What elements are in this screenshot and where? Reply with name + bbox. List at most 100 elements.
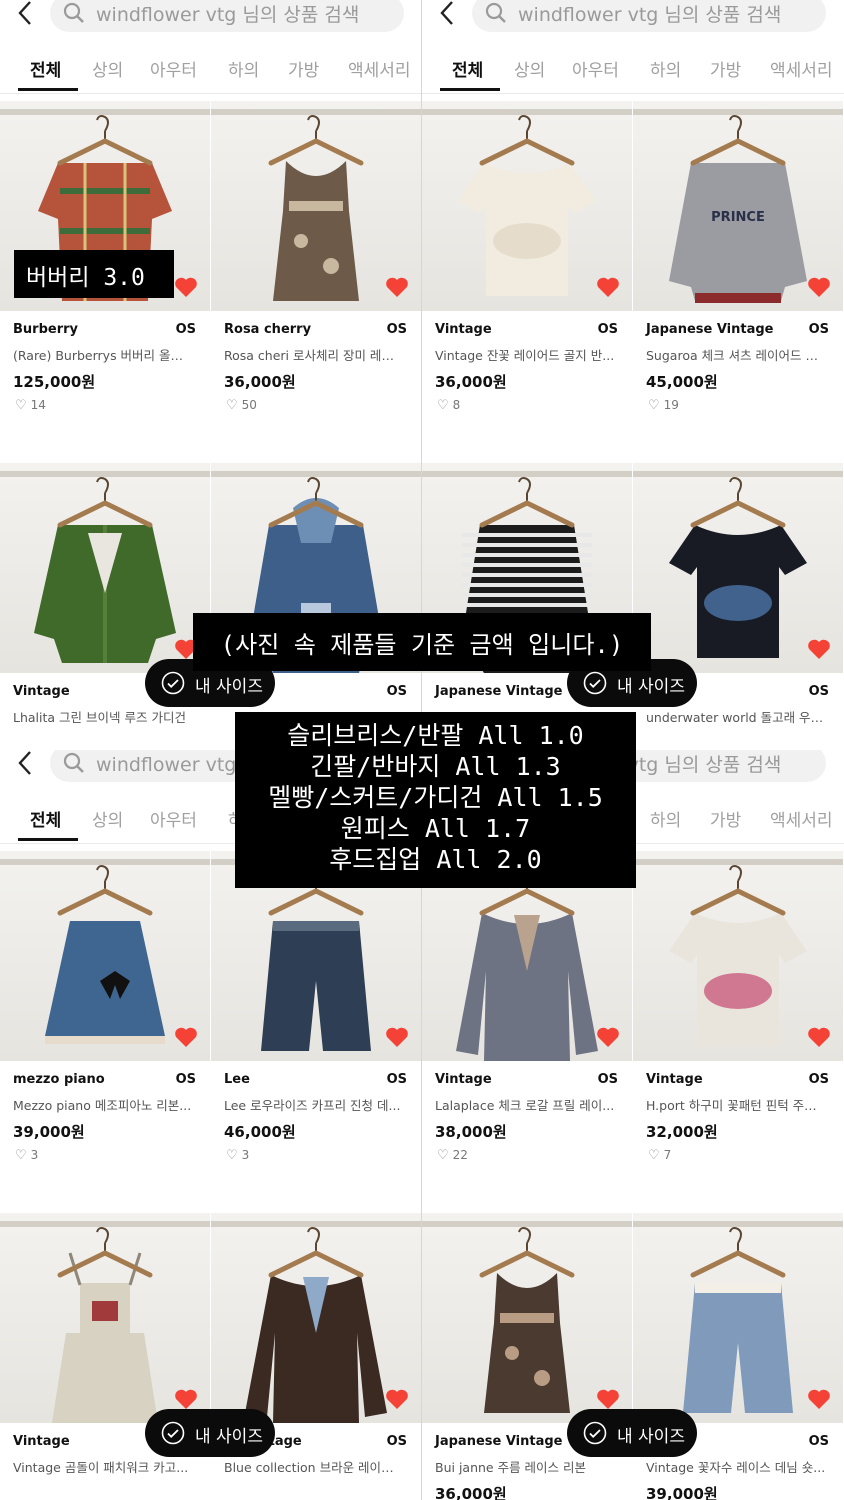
product-size: OS <box>808 1434 829 1449</box>
product-card[interactable]: Vintage OS Lalaplace 체크 로갈 프릴 레이... 38,0… <box>422 851 632 1211</box>
heart-icon[interactable] <box>174 276 198 298</box>
product-brand: Vintage <box>646 1072 703 1087</box>
tab-category[interactable]: 하의 <box>650 56 681 81</box>
product-brand: Vintage <box>435 1072 492 1087</box>
product-title[interactable]: (Rare) Burberrys 버버리 올드... <box>13 345 193 364</box>
heart-icon[interactable] <box>807 1026 831 1048</box>
product-size: OS <box>386 1072 407 1087</box>
product-card[interactable]: Rosa cherry OS Rosa cheri 로사체리 장미 레이... … <box>211 101 421 461</box>
product-photo[interactable]: PRINCE <box>633 101 843 311</box>
product-card[interactable]: PRINCE Japanese Vintage OS Sugaroa 체크 셔츠… <box>633 101 843 461</box>
product-photo[interactable] <box>211 1213 421 1423</box>
tab-category[interactable]: 액세서리 <box>770 806 833 831</box>
tab-category[interactable]: 전체 <box>30 806 61 831</box>
search-icon <box>63 2 84 23</box>
product-title[interactable]: Lhalita 그린 브이넥 루즈 가디건 <box>13 707 193 726</box>
product-price: 36,000원 <box>435 373 507 391</box>
product-title[interactable]: Sugaroa 체크 셔츠 레이어드 맨... <box>646 345 826 364</box>
tab-category[interactable]: 가방 <box>710 56 741 81</box>
product-brand: mezzo piano <box>13 1072 105 1087</box>
price-rules-caption: 슬리브리스/반팔 All 1.0 긴팔/반바지 All 1.3 멜빵/스커트/가… <box>235 712 636 888</box>
like-count-value: 14 <box>30 398 46 412</box>
product-size: OS <box>597 322 618 337</box>
product-title[interactable]: Rosa cheri 로사체리 장미 레이... <box>224 345 404 364</box>
tab-category[interactable]: 액세서리 <box>770 56 833 81</box>
check-circle-icon <box>161 1421 185 1445</box>
my-size-label: 내 사이즈 <box>617 1427 685 1447</box>
check-circle-icon <box>583 671 607 695</box>
tab-category[interactable]: 하의 <box>228 56 259 81</box>
like-count-value: 7 <box>663 1148 672 1162</box>
search-placeholder: windflower vtg 님의 상품 검색 <box>518 4 782 26</box>
search-input[interactable]: windflower vtg 님의 상품 검색 <box>50 0 404 32</box>
search-placeholder: windflower vtg 님의 상품 검색 <box>96 4 360 26</box>
heart-icon[interactable] <box>807 1388 831 1410</box>
product-title[interactable]: Vintage 꽃자수 레이스 데님 숏... <box>646 1457 826 1476</box>
product-photo[interactable] <box>422 1213 632 1423</box>
product-title[interactable]: Lee 로우라이즈 카프리 진청 데... <box>224 1095 404 1114</box>
product-photo[interactable] <box>633 463 843 673</box>
product-title[interactable]: Vintage 곰돌이 패치워크 카고... <box>13 1457 193 1476</box>
chevron-left-icon[interactable] <box>14 750 38 778</box>
tab-category[interactable]: 상의 <box>92 56 123 81</box>
tab-category[interactable]: 전체 <box>30 56 61 81</box>
product-photo[interactable] <box>633 1213 843 1423</box>
like-count-value: 3 <box>30 1148 39 1162</box>
tab-category[interactable]: 액세서리 <box>348 56 411 81</box>
heart-icon[interactable] <box>596 1026 620 1048</box>
product-card[interactable]: mezzo piano OS Mezzo piano 메조피아노 리본... 3… <box>0 851 210 1211</box>
heart-icon[interactable] <box>385 1388 409 1410</box>
product-size: OS <box>808 684 829 699</box>
heart-icon[interactable] <box>385 276 409 298</box>
tab-category[interactable]: 하의 <box>650 806 681 831</box>
product-size: OS <box>386 322 407 337</box>
my-size-button[interactable]: 내 사이즈 <box>145 1409 275 1457</box>
product-photo[interactable] <box>633 851 843 1061</box>
price-rule-line: 원피스 All 1.7 <box>340 814 531 843</box>
product-photo[interactable] <box>0 851 210 1061</box>
tab-category[interactable]: 전체 <box>452 56 483 81</box>
product-title[interactable]: H.port 하구미 꽃패턴 핀턱 주름... <box>646 1095 826 1114</box>
product-price: 39,000원 <box>646 1485 718 1500</box>
product-photo[interactable] <box>211 101 421 311</box>
product-card[interactable]: Lee OS Lee 로우라이즈 카프리 진청 데... 46,000원 ♡ 3 <box>211 851 421 1211</box>
product-title[interactable]: Lalaplace 체크 로갈 프릴 레이... <box>435 1095 615 1114</box>
tab-category[interactable]: 상의 <box>92 806 123 831</box>
product-title[interactable]: Bui janne 주름 레이스 리본 <box>435 1457 615 1476</box>
price-rule-line: 멜빵/스커트/가디건 All 1.5 <box>268 783 603 812</box>
product-brand: Rosa cherry <box>224 322 312 337</box>
price-rule-line: 후드집업 All 2.0 <box>329 845 542 874</box>
product-title[interactable]: Blue collection 브라운 레이스... <box>224 1457 404 1476</box>
tab-category[interactable]: 아우터 <box>572 56 619 81</box>
product-photo[interactable] <box>0 1213 210 1423</box>
tab-category[interactable]: 아우터 <box>150 806 197 831</box>
price-rule-line: 긴팔/반바지 All 1.3 <box>310 752 561 781</box>
product-title[interactable]: Vintage 잔꽃 레이어드 골지 반... <box>435 345 615 364</box>
heart-icon[interactable] <box>807 638 831 660</box>
like-count: ♡ 3 <box>226 1148 249 1163</box>
chevron-left-icon[interactable] <box>14 0 38 28</box>
like-count-value: 8 <box>452 398 461 412</box>
tab-category[interactable]: 아우터 <box>150 56 197 81</box>
active-tab-indicator <box>18 88 78 91</box>
heart-icon[interactable] <box>596 276 620 298</box>
tab-category[interactable]: 상의 <box>514 56 545 81</box>
chevron-left-icon[interactable] <box>436 0 460 28</box>
tab-category[interactable]: 가방 <box>710 806 741 831</box>
product-card[interactable]: Vintage OS Vintage 잔꽃 레이어드 골지 반... 36,00… <box>422 101 632 461</box>
heart-icon[interactable] <box>807 276 831 298</box>
category-tabs: 전체 상의 아우터 하의 가방 액세서리 <box>422 44 844 94</box>
product-title[interactable]: underwater world 돌고래 우주... <box>646 707 826 726</box>
price-rule-line: 슬리브리스/반팔 All 1.0 <box>287 721 584 750</box>
product-card[interactable]: Vintage OS H.port 하구미 꽃패턴 핀턱 주름... 32,00… <box>633 851 843 1211</box>
heart-icon[interactable] <box>596 1388 620 1410</box>
product-photo[interactable] <box>0 463 210 673</box>
search-input[interactable]: windflower vtg 님의 상품 검색 <box>472 0 826 32</box>
product-title[interactable]: Mezzo piano 메조피아노 리본... <box>13 1095 193 1114</box>
tab-category[interactable]: 가방 <box>288 56 319 81</box>
heart-icon[interactable] <box>174 1026 198 1048</box>
my-size-button[interactable]: 내 사이즈 <box>567 1409 697 1457</box>
heart-icon[interactable] <box>385 1026 409 1048</box>
heart-icon[interactable] <box>174 1388 198 1410</box>
product-photo[interactable] <box>422 101 632 311</box>
